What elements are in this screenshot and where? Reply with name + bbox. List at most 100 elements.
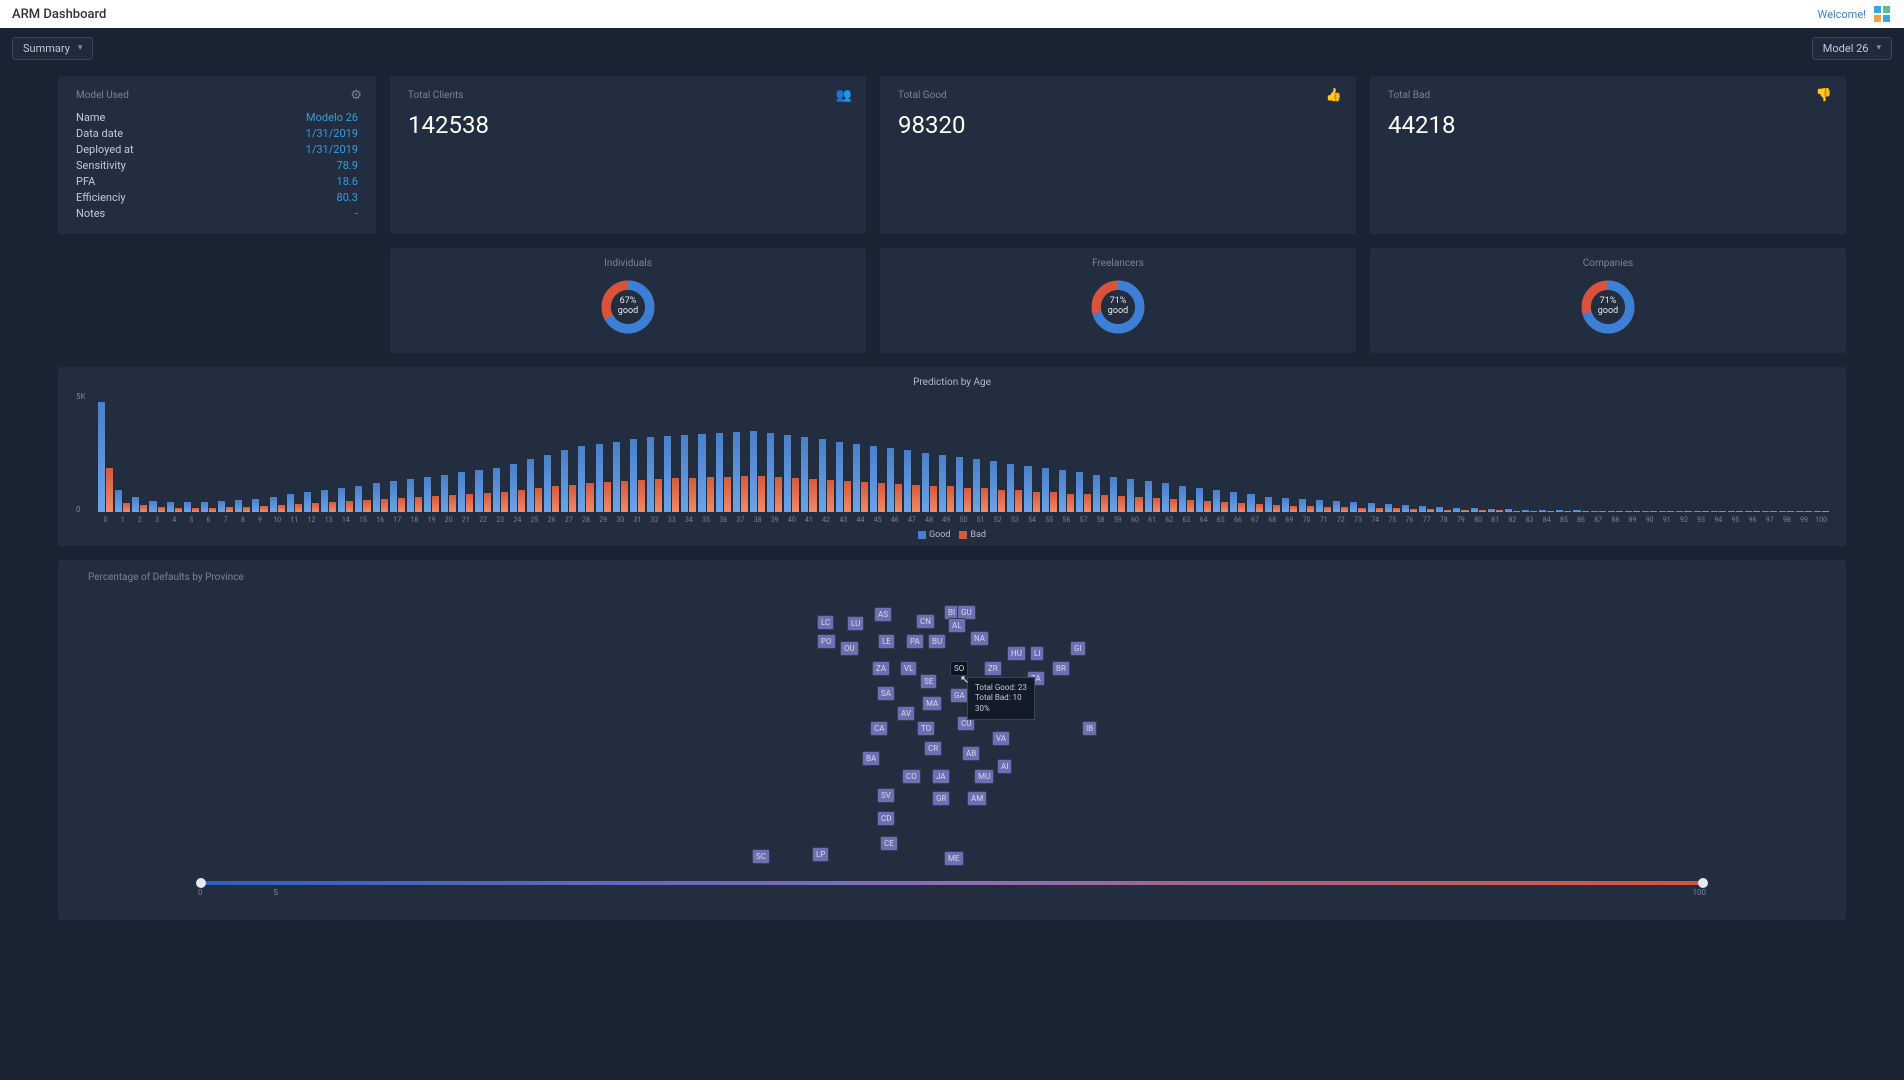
bar-column[interactable]: 18	[407, 402, 422, 524]
bar-column[interactable]: 71	[1316, 402, 1331, 524]
bar-column[interactable]: 24	[510, 402, 525, 524]
province-mu[interactable]: MU	[974, 769, 994, 784]
bar-column[interactable]: 70	[1299, 402, 1314, 524]
bar-column[interactable]: 68	[1265, 402, 1280, 524]
bar-column[interactable]: 92	[1676, 402, 1691, 524]
province-al[interactable]: AL	[948, 618, 966, 633]
bar-column[interactable]: 41	[801, 402, 816, 524]
bar-column[interactable]: 61	[1145, 402, 1160, 524]
bar-column[interactable]: 55	[1042, 402, 1057, 524]
province-ou[interactable]: OU	[840, 641, 859, 656]
bar-column[interactable]: 67	[1247, 402, 1262, 524]
bar-column[interactable]: 74	[1368, 402, 1383, 524]
slider-handle-max[interactable]	[1698, 878, 1708, 888]
province-ai[interactable]: AI	[997, 759, 1012, 774]
province-ja[interactable]: JA	[932, 769, 950, 784]
province-sv[interactable]: SV	[877, 788, 895, 803]
gear-icon[interactable]: ⚙	[350, 88, 362, 103]
bar-column[interactable]: 89	[1625, 402, 1640, 524]
bar-column[interactable]: 32	[647, 402, 662, 524]
bar-column[interactable]: 87	[1591, 402, 1606, 524]
bar-column[interactable]: 35	[698, 402, 713, 524]
bar-column[interactable]: 64	[1196, 402, 1211, 524]
bar-column[interactable]: 65	[1213, 402, 1228, 524]
province-po[interactable]: PO	[817, 634, 836, 649]
province-za[interactable]: ZA	[872, 661, 890, 676]
province-li[interactable]: LI	[1030, 646, 1044, 661]
province-ma[interactable]: MA	[922, 696, 942, 711]
province-hu[interactable]: HU	[1007, 646, 1026, 661]
bar-column[interactable]: 75	[1385, 402, 1400, 524]
bar-column[interactable]: 34	[681, 402, 696, 524]
bar-column[interactable]: 33	[664, 402, 679, 524]
province-gi[interactable]: GI	[1070, 641, 1086, 656]
bar-column[interactable]: 4	[167, 402, 182, 524]
bar-column[interactable]: 0	[98, 402, 113, 524]
bar-column[interactable]: 60	[1127, 402, 1142, 524]
bar-column[interactable]: 37	[733, 402, 748, 524]
spain-map[interactable]: LCLUASBIGUPOOULEPABUCNALNAHULIGIZAVLSOZR…	[782, 591, 1122, 851]
bar-column[interactable]: 66	[1230, 402, 1245, 524]
bar-column[interactable]: 91	[1659, 402, 1674, 524]
province-ca[interactable]: CA	[870, 721, 888, 736]
bar-column[interactable]: 83	[1522, 402, 1537, 524]
bar-column[interactable]: 10	[270, 402, 285, 524]
bar-column[interactable]: 56	[1059, 402, 1074, 524]
bar-column[interactable]: 48	[922, 402, 937, 524]
bar-column[interactable]: 15	[355, 402, 370, 524]
view-dropdown[interactable]: Summary ▾	[12, 37, 93, 60]
bar-column[interactable]: 94	[1711, 402, 1726, 524]
province-gr[interactable]: GR	[932, 791, 950, 806]
bar-column[interactable]: 14	[338, 402, 353, 524]
bar-column[interactable]: 96	[1745, 402, 1760, 524]
bar-column[interactable]: 80	[1471, 402, 1486, 524]
bar-column[interactable]: 5	[184, 402, 199, 524]
bar-column[interactable]: 19	[424, 402, 439, 524]
province-vl[interactable]: VL	[900, 661, 917, 676]
bar-column[interactable]: 23	[493, 402, 508, 524]
bar-column[interactable]: 39	[767, 402, 782, 524]
model-dropdown[interactable]: Model 26 ▾	[1812, 37, 1892, 60]
province-lu[interactable]: LU	[847, 616, 864, 631]
bar-column[interactable]: 38	[750, 402, 765, 524]
province-cr[interactable]: CR	[924, 741, 942, 756]
bar-column[interactable]: 6	[201, 402, 216, 524]
bar-column[interactable]: 8	[235, 402, 250, 524]
bar-column[interactable]: 53	[1007, 402, 1022, 524]
bar-column[interactable]: 73	[1350, 402, 1365, 524]
bar-column[interactable]: 29	[596, 402, 611, 524]
province-am[interactable]: AM	[967, 791, 987, 806]
bar-column[interactable]: 36	[716, 402, 731, 524]
bar-column[interactable]: 7	[218, 402, 233, 524]
bar-column[interactable]: 85	[1556, 402, 1571, 524]
province-lp[interactable]: LP	[812, 847, 829, 862]
bar-column[interactable]: 86	[1573, 402, 1588, 524]
bar-column[interactable]: 88	[1608, 402, 1623, 524]
bar-column[interactable]: 45	[870, 402, 885, 524]
bar-column[interactable]: 22	[475, 402, 490, 524]
province-na[interactable]: NA	[970, 631, 989, 646]
bar-column[interactable]: 3	[149, 402, 164, 524]
bar-column[interactable]: 1	[115, 402, 130, 524]
province-to[interactable]: TO	[917, 721, 935, 736]
bar-column[interactable]: 63	[1179, 402, 1194, 524]
bar-column[interactable]: 72	[1333, 402, 1348, 524]
bar-column[interactable]: 62	[1162, 402, 1177, 524]
bar-column[interactable]: 93	[1694, 402, 1709, 524]
bar-column[interactable]: 42	[819, 402, 834, 524]
bar-column[interactable]: 16	[373, 402, 388, 524]
bar-column[interactable]: 25	[527, 402, 542, 524]
province-co[interactable]: CO	[902, 769, 921, 784]
province-va[interactable]: VA	[992, 731, 1010, 746]
bar-column[interactable]: 99	[1796, 402, 1811, 524]
bar-column[interactable]: 21	[458, 402, 473, 524]
slider-handle-min[interactable]	[196, 878, 206, 888]
bar-column[interactable]: 44	[853, 402, 868, 524]
province-lc[interactable]: LC	[817, 615, 834, 630]
province-se[interactable]: SE	[920, 674, 937, 689]
map-slider[interactable]: 0 5 100	[198, 881, 1706, 897]
province-br[interactable]: BR	[1052, 661, 1070, 676]
bar-column[interactable]: 20	[441, 402, 456, 524]
bar-column[interactable]: 47	[904, 402, 919, 524]
bar-column[interactable]: 52	[990, 402, 1005, 524]
